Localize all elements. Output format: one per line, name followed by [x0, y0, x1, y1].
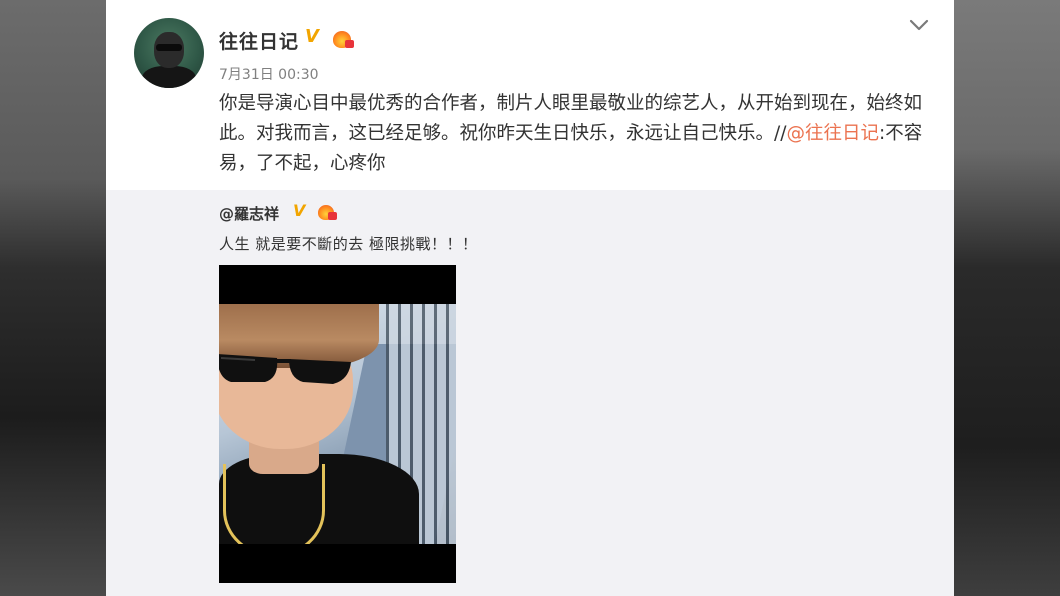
background-right — [954, 0, 1060, 596]
avatar-glasses — [156, 44, 182, 51]
repost-text: 人生 就是要不斷的去 極限挑戰！！！ — [219, 235, 478, 253]
sunglasses-icon — [219, 354, 351, 384]
photo-scene — [219, 304, 456, 544]
repost-username[interactable]: @羅志祥 — [219, 203, 279, 224]
chevron-down-icon[interactable] — [908, 14, 930, 36]
fire-badge-icon[interactable] — [333, 31, 354, 48]
background-left — [0, 0, 106, 596]
post-text: 你是导演心目中最优秀的合作者，制片人眼里最敬业的综艺人，从开始到现在，始终如此。… — [219, 89, 939, 179]
repost-verified-v-icon: V — [293, 201, 306, 220]
verified-v-icon: V — [305, 26, 319, 47]
repost-photo[interactable] — [219, 265, 456, 583]
mention-link[interactable]: @往往日记 — [786, 123, 879, 144]
post-username[interactable]: 往往日记 — [219, 27, 299, 54]
user-avatar[interactable] — [134, 18, 204, 88]
photo-chain — [223, 464, 325, 544]
post-timestamp[interactable]: 7月31日 00:30 — [219, 64, 319, 84]
repost-fire-badge-icon[interactable] — [318, 205, 337, 220]
avatar-body — [142, 66, 196, 88]
